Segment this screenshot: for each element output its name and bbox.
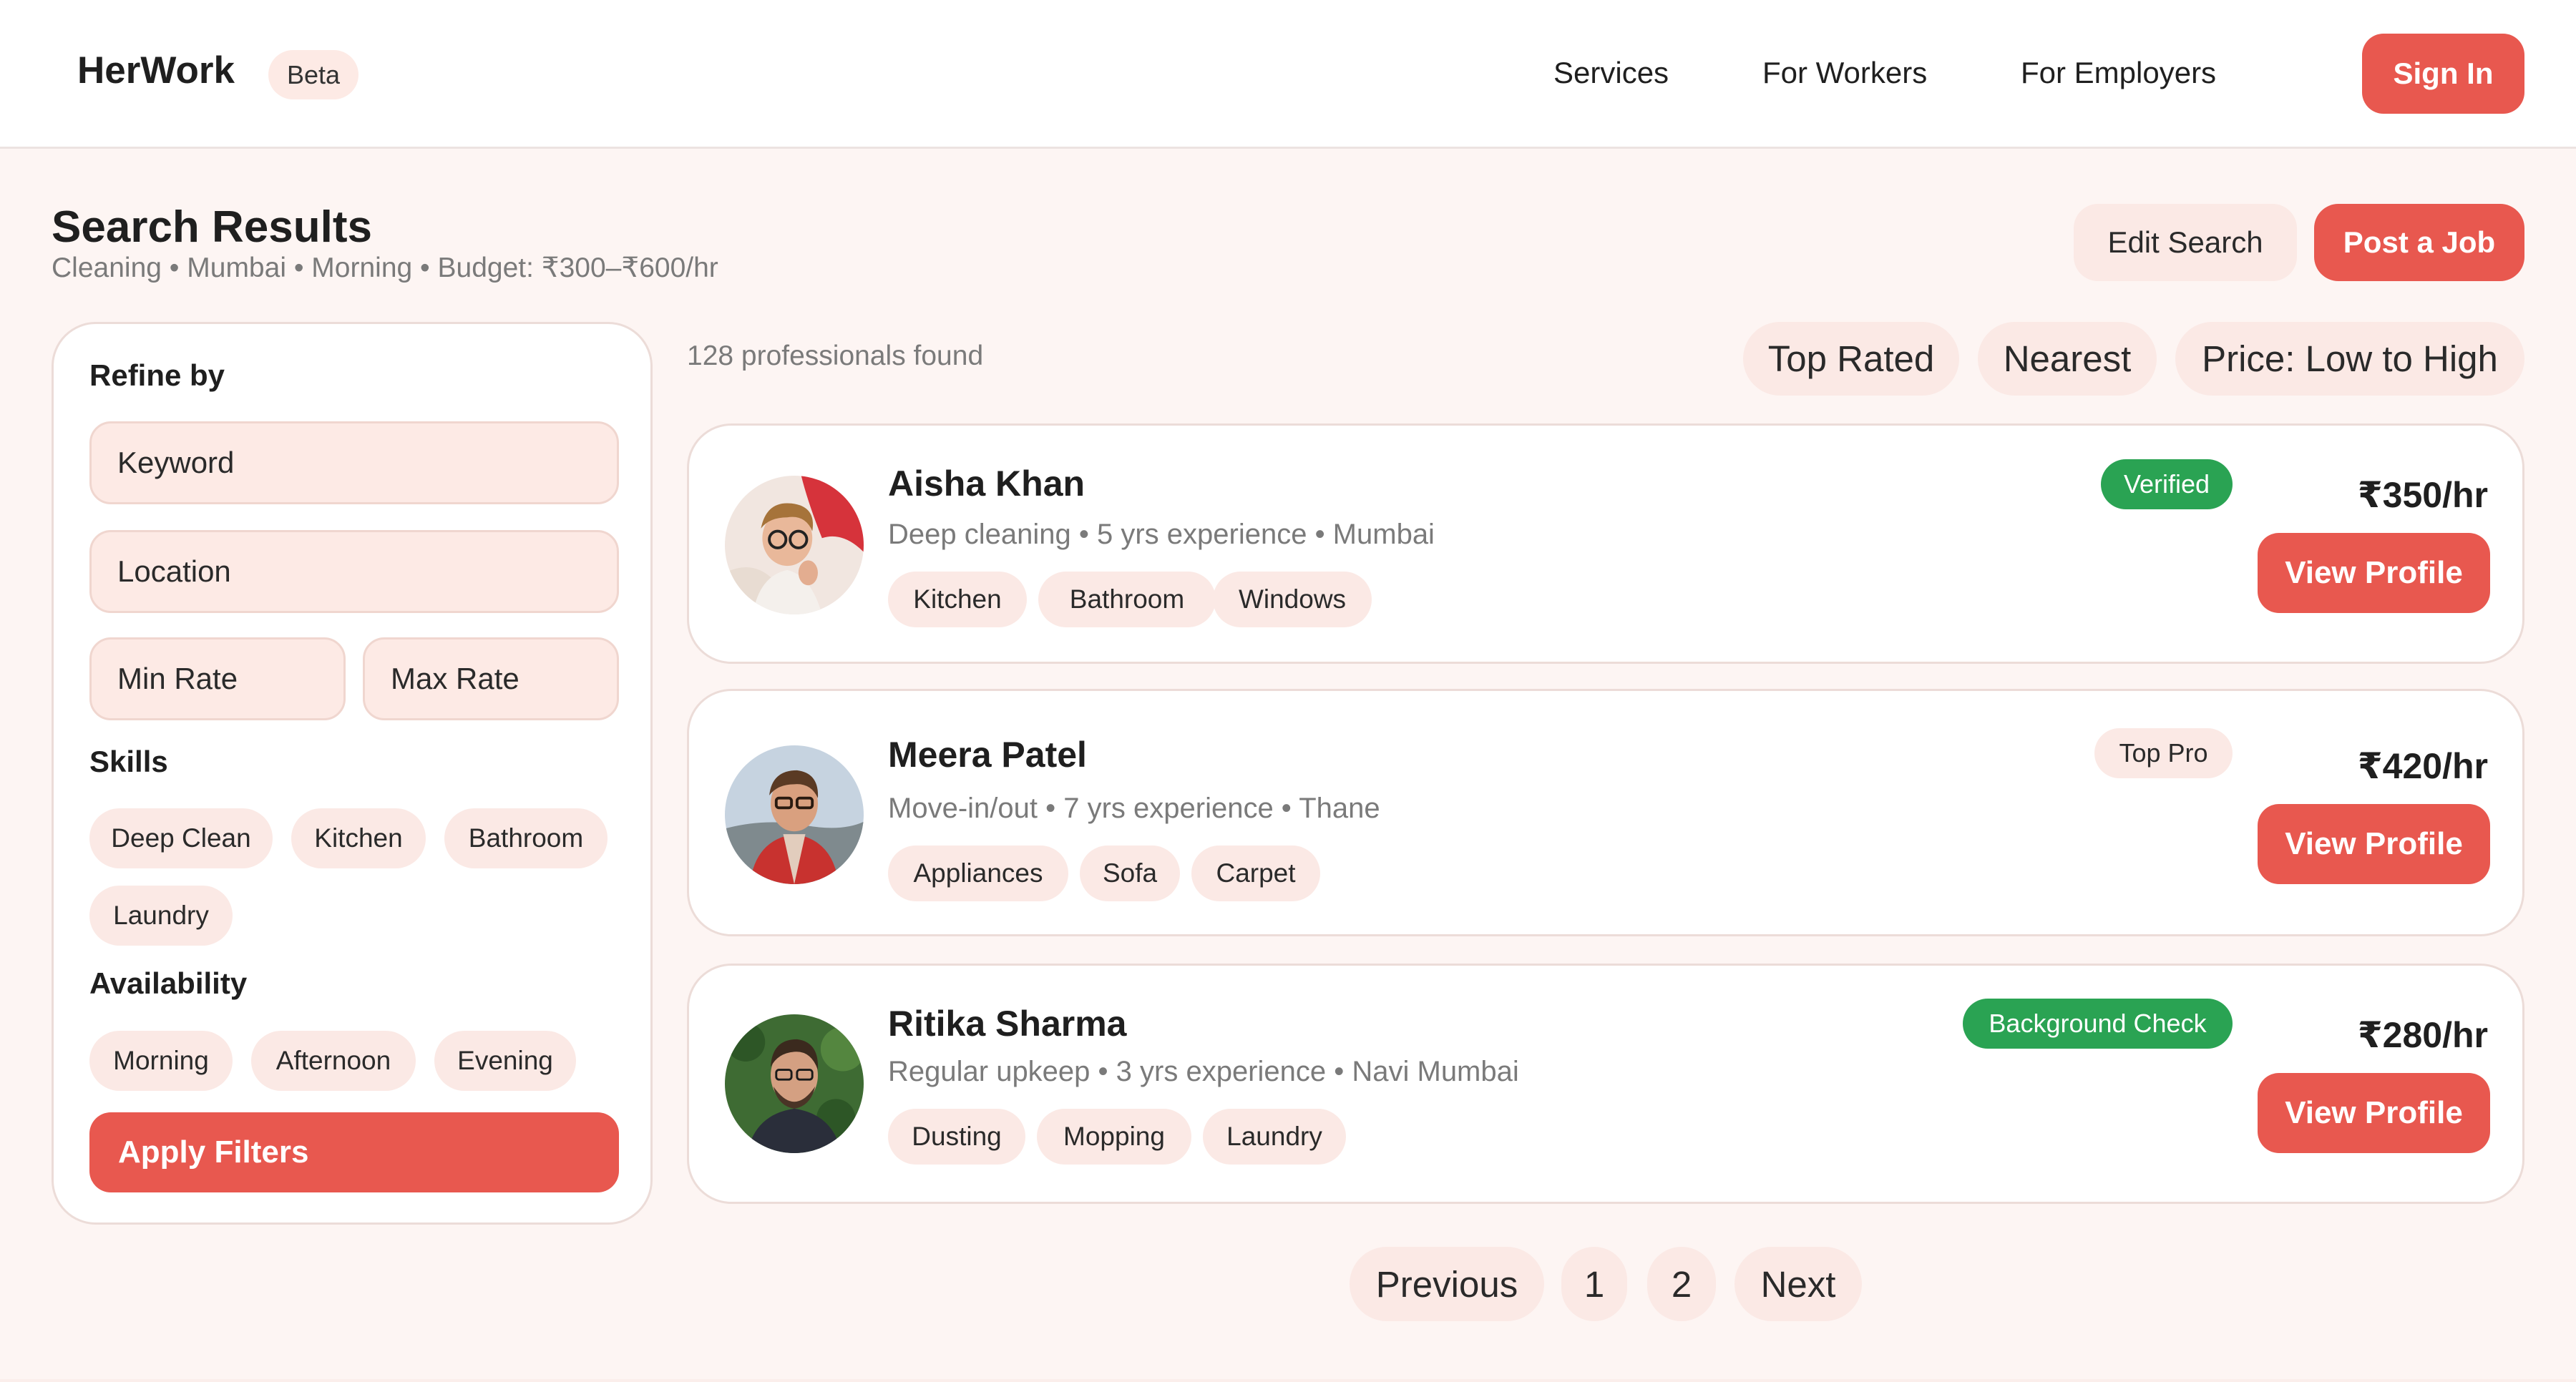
worker-tag: Carpet	[1191, 846, 1320, 901]
edit-search-button[interactable]: Edit Search	[2074, 204, 2297, 281]
view-profile-button[interactable]: View Profile	[2258, 533, 2490, 613]
hourly-rate: ₹350/hr	[2357, 475, 2488, 515]
hourly-rate: ₹280/hr	[2357, 1015, 2488, 1055]
post-a-job-button[interactable]: Post a Job	[2314, 204, 2524, 281]
refine-by-heading: Refine by	[89, 358, 225, 392]
top-navigation-bar: HerWork Beta Services For Workers For Em…	[0, 0, 2576, 149]
skill-chip-laundry[interactable]: Laundry	[89, 886, 233, 946]
worker-avatar	[725, 745, 864, 884]
page-footer-edge	[0, 1379, 2576, 1382]
worker-card[interactable]: Ritika Sharma Regular upkeep • 3 yrs exp…	[687, 964, 2524, 1204]
pagination-next-button[interactable]: Next	[1735, 1247, 1862, 1321]
pagination-previous-button[interactable]: Previous	[1350, 1247, 1544, 1321]
sign-in-button[interactable]: Sign In	[2362, 34, 2524, 114]
skill-chip-kitchen[interactable]: Kitchen	[291, 808, 426, 868]
page-title: Search Results	[52, 202, 372, 252]
nav-link-for-workers[interactable]: For Workers	[1762, 56, 1927, 90]
nav-link-for-employers[interactable]: For Employers	[2021, 56, 2216, 90]
worker-name[interactable]: Ritika Sharma	[888, 1003, 1126, 1044]
view-profile-button[interactable]: View Profile	[2258, 1073, 2490, 1153]
view-profile-button[interactable]: View Profile	[2258, 804, 2490, 884]
beta-badge: Beta	[268, 50, 358, 99]
skill-chip-bathroom[interactable]: Bathroom	[444, 808, 608, 868]
worker-avatar	[725, 476, 864, 614]
avatar-photo-icon	[725, 745, 864, 884]
sort-price-low-to-high[interactable]: Price: Low to High	[2175, 322, 2524, 396]
pagination-page-1[interactable]: 1	[1561, 1247, 1627, 1321]
nav-link-services[interactable]: Services	[1553, 56, 1669, 90]
worker-tag: Dusting	[888, 1109, 1025, 1165]
min-rate-input[interactable]: Min Rate	[89, 637, 346, 720]
filters-panel: Refine by Keyword Location Min Rate Max …	[52, 322, 653, 1225]
skills-heading: Skills	[89, 745, 168, 778]
worker-tag: Bathroom	[1038, 572, 1216, 627]
verified-badge: Verified	[2101, 459, 2233, 509]
worker-card[interactable]: Meera Patel Move-in/out • 7 yrs experien…	[687, 689, 2524, 936]
top-pro-badge: Top Pro	[2094, 728, 2233, 778]
worker-tag: Kitchen	[888, 572, 1027, 627]
brand-logo[interactable]: HerWork	[77, 49, 235, 92]
availability-chip-morning[interactable]: Morning	[89, 1031, 233, 1091]
worker-name[interactable]: Meera Patel	[888, 734, 1087, 775]
hourly-rate: ₹420/hr	[2357, 746, 2488, 786]
avatar-photo-icon	[725, 1014, 864, 1153]
keyword-input[interactable]: Keyword	[89, 421, 619, 504]
worker-tag: Mopping	[1037, 1109, 1191, 1165]
worker-meta: Move-in/out • 7 yrs experience • Thane	[888, 793, 1380, 824]
worker-name[interactable]: Aisha Khan	[888, 463, 1085, 504]
apply-filters-button[interactable]: Apply Filters	[89, 1112, 619, 1192]
sort-nearest[interactable]: Nearest	[1978, 322, 2157, 396]
skill-chip-deep-clean[interactable]: Deep Clean	[89, 808, 273, 868]
pagination-page-2[interactable]: 2	[1647, 1247, 1716, 1321]
worker-card[interactable]: Aisha Khan Deep cleaning • 5 yrs experie…	[687, 423, 2524, 664]
availability-chip-afternoon[interactable]: Afternoon	[251, 1031, 416, 1091]
search-summary: Cleaning • Mumbai • Morning • Budget: ₹3…	[52, 253, 718, 283]
sort-top-rated[interactable]: Top Rated	[1743, 322, 1959, 396]
worker-tag: Windows	[1213, 572, 1372, 627]
worker-avatar	[725, 1014, 864, 1153]
worker-tag: Laundry	[1203, 1109, 1346, 1165]
location-input[interactable]: Location	[89, 530, 619, 613]
max-rate-input[interactable]: Max Rate	[363, 637, 619, 720]
worker-tag: Appliances	[888, 846, 1068, 901]
availability-chip-evening[interactable]: Evening	[434, 1031, 576, 1091]
availability-heading: Availability	[89, 966, 248, 1000]
results-count: 128 professionals found	[687, 340, 984, 371]
worker-tag: Sofa	[1080, 846, 1180, 901]
avatar-photo-icon	[725, 476, 864, 614]
background-check-badge: Background Check	[1963, 999, 2233, 1049]
worker-meta: Regular upkeep • 3 yrs experience • Navi…	[888, 1056, 1519, 1087]
worker-meta: Deep cleaning • 5 yrs experience • Mumba…	[888, 519, 1435, 550]
